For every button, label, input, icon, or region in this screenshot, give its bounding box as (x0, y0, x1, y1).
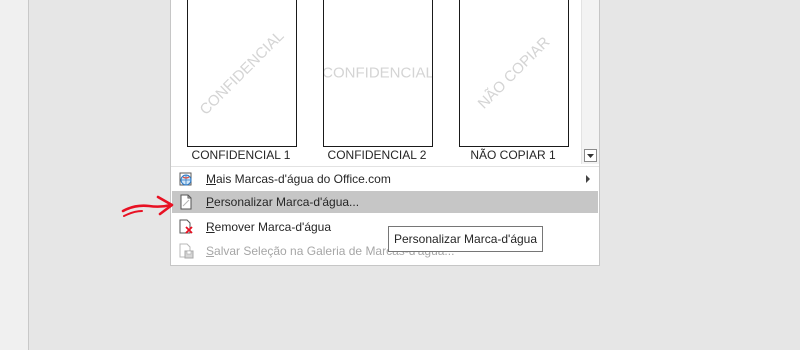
watermark-preview-text: CONFIDENCIAL (196, 27, 288, 119)
menu-item-label: Personalizar Marca-d'água... (206, 195, 360, 209)
watermark-preview-text: NÃO COPIAR (474, 33, 554, 113)
watermark-thumbnail-nao-copiar-1[interactable]: NÃO COPIAR (459, 0, 569, 147)
menu-item-more-office-watermarks[interactable]: Mais Marcas-d'água do Office.com (172, 168, 598, 190)
red-annotation-arrow-icon (121, 195, 174, 217)
thumbnail-caption: CONFIDENCIAL 1 (191, 148, 291, 162)
document-icon (178, 194, 194, 210)
watermark-preview-text: CONFIDENCIAL (323, 64, 433, 82)
menu-item-customize-watermark[interactable]: Personalizar Marca-d'água... (172, 191, 598, 213)
chevron-down-icon (587, 153, 594, 158)
thumbnail-caption: NÃO COPIAR 1 (470, 148, 556, 162)
menu-item-label: Mais Marcas-d'água do Office.com (206, 172, 391, 186)
gallery-scrollbar[interactable] (581, 0, 599, 164)
watermark-thumbnail-confidencial-1[interactable]: CONFIDENCIAL (187, 0, 297, 147)
document-edge (0, 0, 29, 350)
menu-item-label: Remover Marca-d'água (206, 220, 332, 234)
tooltip: Personalizar Marca-d'água (388, 226, 544, 252)
thumbnail-caption: CONFIDENCIAL 2 (327, 148, 427, 162)
remove-document-icon (178, 219, 194, 235)
submenu-arrow-icon (586, 175, 590, 183)
watermark-gallery: CONFIDENCIAL CONFIDENCIAL 1 CONFIDENCIAL… (171, 0, 579, 165)
gallery-more-button[interactable] (584, 149, 597, 162)
menu-separator (171, 166, 599, 167)
watermark-thumbnail-confidencial-2[interactable]: CONFIDENCIAL (323, 0, 433, 147)
office-globe-icon (178, 171, 194, 187)
save-to-gallery-icon (178, 243, 194, 259)
